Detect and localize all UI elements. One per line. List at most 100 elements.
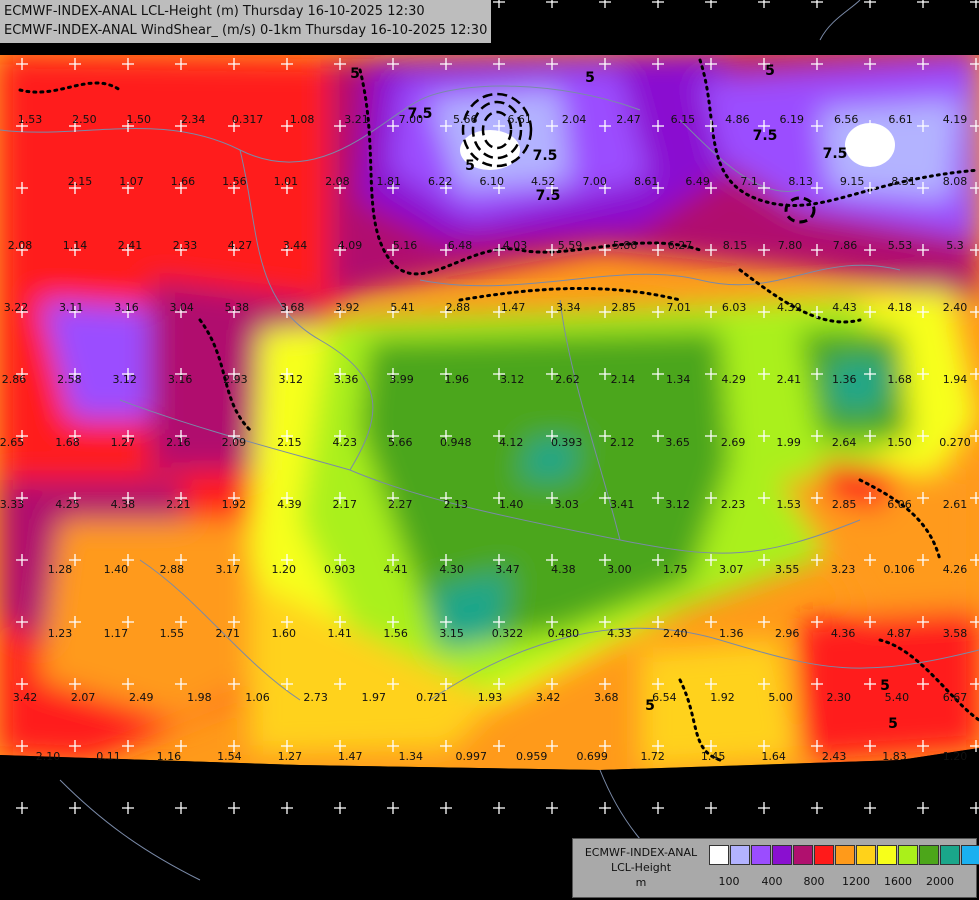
weather-map-view: 7.5 7.5 5 5 5 7.5 7.5 7.5 5 5 5 5 1.53 2.50 1.50 2.34 0… — [0, 0, 979, 900]
value-label: 2.15 — [277, 436, 302, 449]
value-label: 1.72 — [640, 750, 665, 763]
value-label: 3.22 — [4, 301, 29, 314]
value-label: 4.25 — [55, 498, 80, 511]
value-label: 4.52 — [531, 175, 556, 188]
value-label: 3.11 — [59, 301, 84, 314]
legend-tick-label: 800 — [803, 875, 825, 888]
contour-label: 5 — [888, 716, 898, 732]
value-label: 2.65 — [0, 436, 24, 449]
legend-swatch — [898, 845, 918, 865]
value-label: 4.87 — [887, 627, 912, 640]
value-label: 2.30 — [827, 691, 852, 704]
value-label: 3.23 — [831, 563, 856, 576]
legend-swatch — [856, 845, 876, 865]
value-label: 1.53 — [18, 113, 43, 126]
value-label: 2.13 — [444, 498, 469, 511]
value-label: 3.12 — [279, 373, 304, 386]
contour-label: 7.5 — [536, 188, 561, 204]
value-label: 3.65 — [665, 436, 690, 449]
value-label: 7.00 — [399, 113, 424, 126]
value-label: 2.09 — [222, 436, 247, 449]
value-label: 0.699 — [576, 750, 608, 763]
value-label: 1.97 — [362, 691, 387, 704]
value-label: 4.09 — [338, 239, 363, 252]
value-label: 3.21 — [344, 113, 369, 126]
value-label: 1.27 — [278, 750, 303, 763]
value-label: 1.83 — [882, 750, 907, 763]
value-label: 0.721 — [416, 691, 448, 704]
value-label: 9.15 — [840, 175, 865, 188]
legend-swatch — [793, 845, 813, 865]
value-label: 1.75 — [663, 563, 688, 576]
legend-swatch — [730, 845, 750, 865]
value-label: 8.61 — [634, 175, 659, 188]
legend-swatch — [751, 845, 771, 865]
value-label: 4.33 — [607, 627, 632, 640]
value-label: 2.85 — [832, 498, 857, 511]
value-label: 3.12 — [665, 498, 690, 511]
value-label: 5.66 — [453, 113, 478, 126]
value-label: 5.41 — [390, 301, 415, 314]
value-label: 2.41 — [118, 239, 143, 252]
legend-tick-label: 100 — [718, 875, 740, 888]
value-label: 1.41 — [327, 627, 352, 640]
value-label: 5.16 — [393, 239, 418, 252]
legend-swatch — [835, 845, 855, 865]
value-label: 1.34 — [399, 750, 424, 763]
value-label: 7.1 — [740, 175, 758, 188]
value-label: 3.12 — [112, 373, 137, 386]
legend-tick-label: 1600 — [884, 875, 912, 888]
value-label: 0.317 — [232, 113, 264, 126]
value-label: 4.43 — [832, 301, 857, 314]
value-label: 2.23 — [721, 498, 746, 511]
value-label: 1.07 — [119, 175, 144, 188]
value-label: 3.03 — [554, 498, 579, 511]
value-label: 1.47 — [501, 301, 526, 314]
value-label: 1.96 — [445, 373, 470, 386]
value-label: 2.41 — [777, 373, 802, 386]
value-label: 1.92 — [222, 498, 247, 511]
legend-swatch — [814, 845, 834, 865]
value-label: 1.16 — [157, 750, 182, 763]
value-label: 1.98 — [187, 691, 212, 704]
value-label: 2.69 — [721, 436, 746, 449]
value-label: 1.81 — [377, 175, 402, 188]
value-label: 1.23 — [48, 627, 73, 640]
value-label: 2.61 — [943, 498, 968, 511]
value-label: 8.31 — [891, 175, 916, 188]
value-label: 6.22 — [428, 175, 453, 188]
value-label: 3.42 — [536, 691, 561, 704]
value-label: 2.33 — [173, 239, 198, 252]
value-label: 2.16 — [166, 436, 191, 449]
value-label: 6.48 — [448, 239, 473, 252]
title-line-2: ECMWF-INDEX-ANAL WindShear_ (m/s) 0-1km … — [4, 23, 488, 38]
value-label: 2.12 — [610, 436, 635, 449]
value-label: 1.17 — [104, 627, 129, 640]
value-label: 3.04 — [169, 301, 194, 314]
value-label: 2.88 — [446, 301, 471, 314]
value-label: 2.47 — [616, 113, 641, 126]
value-label: 8.15 — [723, 239, 748, 252]
value-label: 1.01 — [274, 175, 299, 188]
value-label: 5.40 — [885, 691, 910, 704]
contour-label: 7.5 — [823, 146, 848, 162]
value-label: 2.73 — [303, 691, 328, 704]
map-title: ECMWF-INDEX-ANAL LCL-Height (m) Thursday… — [0, 0, 492, 43]
value-label: 3.58 — [943, 627, 968, 640]
value-label: 4.03 — [503, 239, 528, 252]
legend-swatch — [877, 845, 897, 865]
value-label: 2.71 — [216, 627, 241, 640]
value-label: 3.92 — [335, 301, 360, 314]
legend-swatches — [709, 845, 979, 865]
value-label: 6.67 — [943, 691, 968, 704]
value-label: 4.12 — [499, 436, 524, 449]
value-label: 2.21 — [166, 498, 191, 511]
value-label: 5.53 — [888, 239, 913, 252]
value-label: 2.34 — [181, 113, 206, 126]
value-label: 2.88 — [160, 563, 185, 576]
value-label: 0.270 — [939, 436, 971, 449]
value-label: 1.94 — [943, 373, 968, 386]
value-label: 2.27 — [388, 498, 413, 511]
value-label: 2.15 — [68, 175, 93, 188]
value-label: 3.68 — [280, 301, 305, 314]
